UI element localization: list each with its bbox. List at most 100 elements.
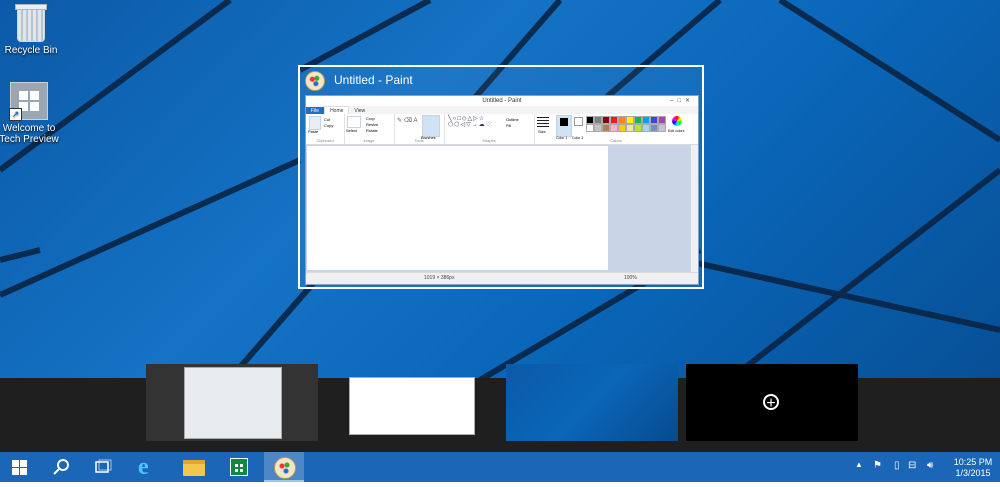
rotate-label: Rotate: [366, 128, 378, 133]
palette-swatch: [594, 116, 602, 124]
shapes-icons: ╲○□◇△▷☆ ⬠⬡◁▽→☁♡: [448, 116, 493, 128]
paste-icon: [309, 116, 321, 130]
group-label: Colors: [610, 138, 622, 143]
paint-ribbon: Paste Cut Copy Clipboard Select Crop Res…: [306, 114, 698, 145]
palette-swatch: [618, 116, 626, 124]
ribbon-group-tools: ✎ ⌫ A Brushes Tools: [394, 114, 445, 144]
internet-explorer-icon: e: [138, 454, 149, 480]
edit-colors-icon: [672, 116, 682, 126]
group-label: Clipboard: [316, 138, 334, 143]
paint-window-thumbnail: Untitled - Paint –□✕ File Home View Paste …: [305, 95, 699, 285]
resize-label: Resize: [366, 122, 379, 127]
task-view-window-preview[interactable]: Untitled - Paint Untitled - Paint –□✕ Fi…: [298, 65, 704, 289]
select-label: Select: [346, 128, 358, 133]
preview-window-title: Untitled - Paint: [334, 73, 413, 87]
desktop: Recycle Bin ↗ Welcome to Tech Preview Un…: [0, 0, 1000, 482]
paint-window-mini: [349, 377, 475, 435]
clock-time: 10:25 PM: [953, 457, 993, 467]
virtual-desktop-1-thumbnail[interactable]: [146, 364, 318, 441]
palette-swatch: [610, 116, 618, 124]
paint-titlebar: Untitled - Paint –□✕: [306, 96, 698, 106]
paint-icon: [274, 457, 296, 479]
color1-button: [556, 115, 572, 137]
cut-label: Cut: [324, 117, 331, 122]
palette-swatch: [586, 124, 594, 132]
palette-swatch: [586, 116, 594, 124]
group-label: Tools: [414, 138, 424, 143]
palette-swatch: [634, 124, 642, 132]
paint-titlebar-text: Untitled - Paint: [482, 98, 522, 104]
ribbon-group-image: Select Crop Resize Rotate Image: [344, 114, 395, 144]
folder-icon: [183, 460, 205, 476]
palette-swatch: [642, 124, 650, 132]
ribbon-group-shapes: ╲○□◇△▷☆ ⬠⬡◁▽→☁♡ Outline Fill Shapes: [444, 114, 535, 144]
palette-swatch: [634, 116, 642, 124]
group-label: Image: [363, 138, 375, 143]
crop-label: Crop: [366, 116, 375, 121]
paint-statusbar: 1019 × 386px 100%: [306, 272, 698, 284]
palette-swatch: [602, 116, 610, 124]
palette-swatch: [626, 124, 634, 132]
file-explorer-button[interactable]: [173, 452, 213, 482]
paint-icon: [305, 71, 325, 91]
store-icon: [230, 458, 248, 476]
paint-scrollbar: [691, 145, 698, 272]
show-hidden-icons-icon[interactable]: ▲: [855, 460, 863, 469]
internet-explorer-button[interactable]: e: [128, 452, 168, 482]
edit-colors-label: Edit colors: [668, 129, 685, 133]
start-button[interactable]: [0, 452, 40, 482]
palette-swatch: [626, 116, 634, 124]
new-desktop-button[interactable]: +: [686, 364, 858, 441]
color-palette: [586, 116, 676, 136]
window-controls-icon: –□✕: [670, 98, 694, 104]
size-icon: [537, 117, 549, 127]
desktop-icon-label-line1: Welcome to: [2, 123, 56, 134]
paint-ribbon-tabs: File Home View: [306, 106, 698, 115]
paint-button[interactable]: [264, 452, 304, 482]
desktop-icon-label: Recycle Bin: [4, 45, 58, 56]
recycle-bin-icon: [15, 4, 47, 42]
select-icon: [347, 116, 361, 128]
clock[interactable]: 10:25 PM 1/3/2015: [950, 457, 996, 479]
network-icon[interactable]: ⊟: [908, 460, 916, 471]
virtual-desktop-3-thumbnail[interactable]: [506, 364, 678, 441]
palette-swatch: [650, 116, 658, 124]
clock-date: 1/3/2015: [955, 468, 991, 478]
palette-swatch: [594, 124, 602, 132]
palette-swatch: [618, 124, 626, 132]
paste-label: Paste: [308, 129, 319, 134]
windows-logo-icon: [12, 460, 28, 476]
search-button[interactable]: [40, 452, 80, 482]
tools-icons: ✎ ⌫ A: [397, 118, 418, 124]
palette-swatch: [610, 124, 618, 132]
search-icon: [53, 459, 69, 475]
add-desktop-icon: +: [763, 394, 779, 412]
brushes-icon: [422, 115, 440, 137]
virtual-desktop-2-thumbnail[interactable]: [335, 364, 487, 441]
canvas-size-text: 1019 × 386px: [424, 275, 455, 281]
windows-logo-shortcut-icon: ↗: [9, 82, 48, 121]
power-icon[interactable]: ▯: [894, 460, 900, 471]
desktop-icon-label-line2: Tech Preview: [0, 134, 59, 145]
volume-icon[interactable]: 🔊︎: [927, 460, 933, 471]
palette-swatch: [658, 116, 666, 124]
desktop-icon-recycle-bin[interactable]: Recycle Bin: [0, 4, 66, 56]
task-view-button[interactable]: [82, 452, 122, 482]
file-explorer-thumbnail: [184, 367, 282, 439]
size-label: Size: [538, 129, 546, 134]
fill-label: Fill: [506, 123, 512, 128]
paint-canvas: [307, 146, 608, 270]
ribbon-group-colors: Size Color 1 Color 2 Edit colors Colors: [534, 114, 698, 144]
group-label: Shapes: [482, 138, 496, 143]
desktop-icon-welcome[interactable]: ↗ Welcome to Tech Preview: [0, 82, 64, 145]
zoom-level-text: 100%: [624, 275, 637, 281]
taskbar: e ▲ ⚑ ▯ ⊟ 🔊︎ 10:25 PM 1/3/2015: [0, 452, 1000, 482]
task-view-icon: [95, 459, 112, 473]
action-center-flag-icon[interactable]: ⚑: [873, 460, 882, 471]
palette-swatch: [642, 116, 650, 124]
color2-swatch: [574, 117, 583, 126]
store-button[interactable]: [219, 452, 259, 482]
palette-swatch: [658, 124, 666, 132]
paint-canvas-area: [306, 145, 698, 272]
copy-label: Copy: [324, 123, 334, 128]
